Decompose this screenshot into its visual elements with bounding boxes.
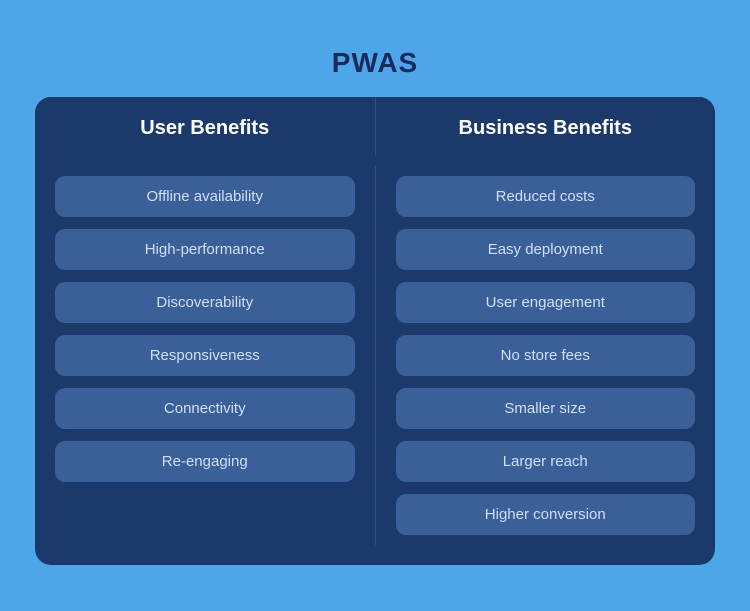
user-benefits-list: Offline availability High-performance Disc… [35, 166, 376, 545]
user-benefits-header: User Benefits [35, 97, 376, 156]
user-benefit-item: Connectivity [55, 388, 355, 429]
user-benefit-item: Responsiveness [55, 335, 355, 376]
business-benefit-item: Larger reach [396, 441, 696, 482]
business-benefits-header: Business Benefits [376, 97, 716, 156]
business-benefit-item: No store fees [396, 335, 696, 376]
user-benefit-item: Discoverability [55, 282, 355, 323]
columns-header: User Benefits Business Benefits [35, 97, 715, 156]
business-benefit-item: Higher conversion [396, 494, 696, 535]
user-benefit-item: High-performance [55, 229, 355, 270]
user-benefit-item: Offline availability [55, 176, 355, 217]
columns-body: Offline availability High-performance Disc… [35, 156, 715, 565]
user-benefit-item: Re-engaging [55, 441, 355, 482]
business-benefit-item: Smaller size [396, 388, 696, 429]
page-title: PWAS [332, 47, 418, 79]
business-benefit-item: User engagement [396, 282, 696, 323]
business-benefits-list: Reduced costs Easy deployment User engagem… [376, 166, 716, 545]
main-card: User Benefits Business Benefits Offline … [35, 97, 715, 565]
business-benefit-item: Easy deployment [396, 229, 696, 270]
business-benefit-item: Reduced costs [396, 176, 696, 217]
